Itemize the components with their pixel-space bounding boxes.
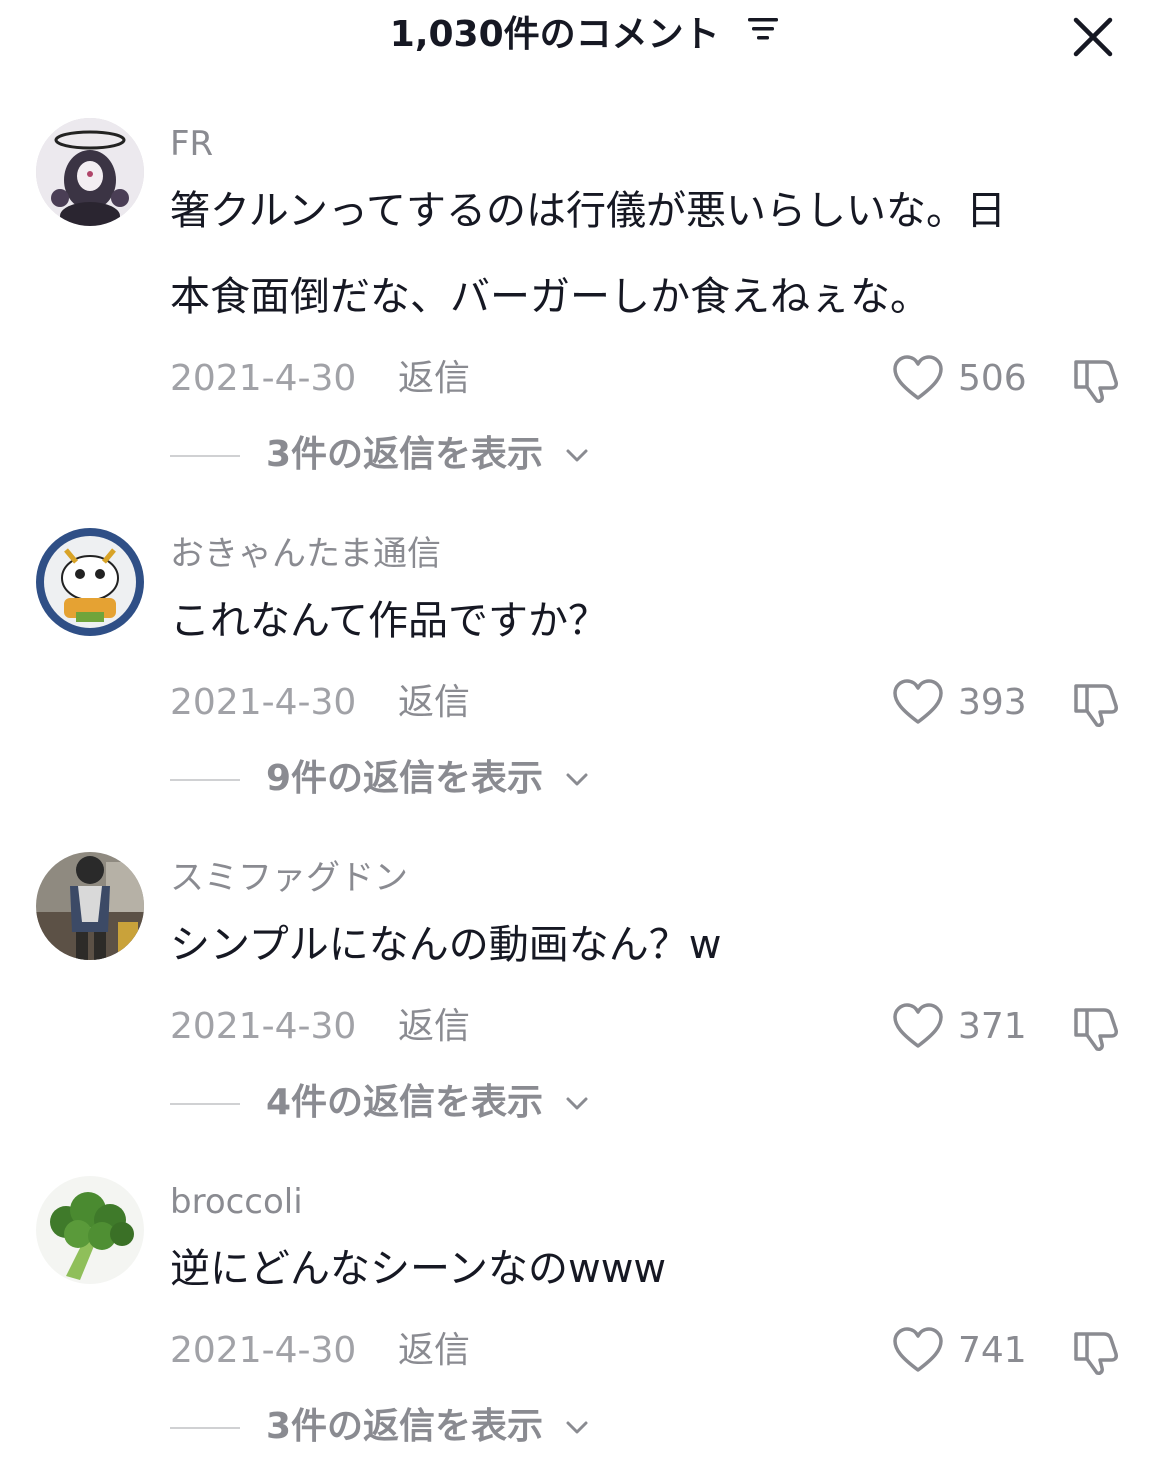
avatar[interactable]	[36, 528, 144, 636]
view-replies-label-row: 4件の返信を表示	[266, 1078, 590, 1128]
heart-outline-icon	[893, 355, 943, 400]
chevron-down-icon	[564, 429, 590, 479]
view-replies-label-row: 3件の返信を表示	[266, 1402, 590, 1452]
comment-text-line: これなんて作品ですか？	[170, 598, 608, 644]
reply-button[interactable]: 返信	[398, 678, 470, 728]
view-replies-label-row: 3件の返信を表示	[266, 430, 590, 480]
chevron-down-icon	[564, 1077, 590, 1127]
comment-meta: 2021-4-30 返信 506	[170, 354, 1130, 404]
view-replies-button[interactable]: 9件の返信を表示	[170, 754, 670, 804]
thumbs-down-icon	[1074, 1008, 1118, 1051]
chevron-down-icon	[564, 753, 590, 803]
comments-title-row: 1,030件のコメント	[0, 10, 1170, 60]
comment-text-line: 本食面倒だな、バーガーしか食えねぇな。	[170, 274, 930, 320]
comment-username[interactable]: おきゃんたま通信	[170, 532, 441, 576]
comment-text: 逆にどんなシーンなのwww	[170, 1226, 1120, 1312]
heart-outline-icon	[893, 1327, 943, 1372]
avatar[interactable]	[36, 852, 144, 960]
replies-divider	[170, 779, 240, 781]
like-count: 741	[958, 1330, 1027, 1371]
chevron-down-icon	[564, 1401, 590, 1451]
avatar[interactable]	[36, 118, 144, 226]
comment-meta: 2021-4-30 返信 741	[170, 1326, 1130, 1376]
view-replies-button[interactable]: 3件の返信を表示	[170, 430, 670, 480]
view-replies-label: 4件の返信を表示	[266, 1082, 544, 1123]
thumbs-down-icon	[1074, 684, 1118, 727]
comment-text: 箸クルンってするのは行儀が悪いらしいな。日 本食面倒だな、バーガーしか食えねぇな…	[170, 168, 1120, 340]
like-count: 393	[958, 682, 1027, 723]
sort-icon[interactable]	[746, 8, 780, 58]
comment-date: 2021-4-30	[170, 1006, 357, 1047]
comment-username[interactable]: FR	[170, 122, 213, 166]
comment-date: 2021-4-30	[170, 1330, 357, 1371]
like-count: 371	[958, 1006, 1027, 1047]
view-replies-label: 3件の返信を表示	[266, 1406, 544, 1447]
replies-divider	[170, 1103, 240, 1105]
heart-outline-icon	[893, 1003, 943, 1048]
dislike-button[interactable]	[1070, 1326, 1124, 1376]
dislike-button[interactable]	[1070, 1002, 1124, 1052]
comment-text-line: 箸クルンってするのは行儀が悪いらしいな。日	[170, 188, 1006, 234]
view-replies-button[interactable]: 3件の返信を表示	[170, 1402, 670, 1452]
thumbs-down-icon	[1074, 1332, 1118, 1375]
close-icon[interactable]	[1068, 12, 1118, 62]
comment-username[interactable]: broccoli	[170, 1180, 303, 1224]
comment-text: これなんて作品ですか？	[170, 578, 1120, 664]
comment-meta: 2021-4-30 返信 371	[170, 1002, 1130, 1052]
comment-date: 2021-4-30	[170, 358, 357, 399]
comment-text: シンプルになんの動画なん？w	[170, 902, 1120, 988]
view-replies-button[interactable]: 4件の返信を表示	[170, 1078, 670, 1128]
replies-divider	[170, 1427, 240, 1429]
thumbs-down-icon	[1074, 360, 1118, 403]
comment-count-title: 1,030件のコメント	[389, 14, 720, 55]
comment-date: 2021-4-30	[170, 682, 357, 723]
view-replies-label-row: 9件の返信を表示	[266, 754, 590, 804]
like-count: 506	[958, 358, 1027, 399]
comment-text-line: シンプルになんの動画なん？w	[170, 922, 722, 968]
view-replies-label: 3件の返信を表示	[266, 434, 544, 475]
replies-divider	[170, 455, 240, 457]
reply-button[interactable]: 返信	[398, 1326, 470, 1376]
comment-username[interactable]: スミファグドン	[170, 856, 408, 900]
avatar[interactable]	[36, 1176, 144, 1284]
dislike-button[interactable]	[1070, 354, 1124, 404]
heart-outline-icon	[893, 679, 943, 724]
reply-button[interactable]: 返信	[398, 1002, 470, 1052]
dislike-button[interactable]	[1070, 678, 1124, 728]
view-replies-label: 9件の返信を表示	[266, 758, 544, 799]
reply-button[interactable]: 返信	[398, 354, 470, 404]
comment-text-line: 逆にどんなシーンなのwww	[170, 1246, 667, 1292]
comments-header: 1,030件のコメント	[0, 0, 1170, 72]
comment-meta: 2021-4-30 返信 393	[170, 678, 1130, 728]
